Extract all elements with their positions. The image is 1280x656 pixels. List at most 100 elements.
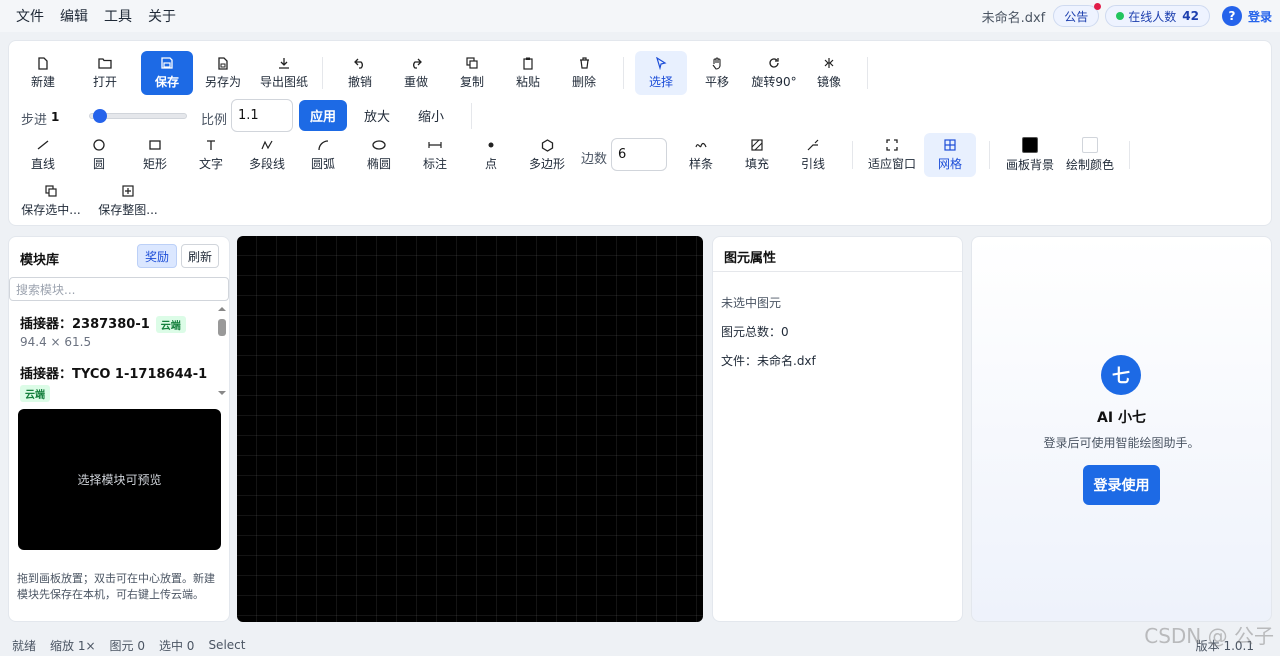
mirror-button[interactable]: 镜像	[803, 51, 855, 95]
paste-button[interactable]: 粘贴	[502, 51, 554, 95]
arc-tool-button[interactable]: 圆弧	[297, 133, 349, 177]
notice-dot-icon	[1094, 3, 1102, 10]
ellipse-tool-button[interactable]: 椭圆	[353, 133, 405, 177]
separator	[867, 57, 868, 89]
redo-icon	[409, 56, 423, 70]
point-tool-button[interactable]: 点	[465, 133, 517, 177]
ai-avatar: 七	[1101, 355, 1141, 395]
status-mode: Select	[208, 638, 246, 652]
step-slider-handle[interactable]	[93, 109, 108, 123]
new-label: 新建	[30, 75, 55, 89]
separator	[623, 57, 624, 89]
dimension-tool-button[interactable]: 标注	[409, 133, 461, 177]
draw-color-label: 绘制颜色	[1065, 158, 1114, 172]
header-right: 未命名.dxf 公告 在线人数 42 ? 登录	[982, 0, 1272, 32]
status-selected: 选中 0	[158, 638, 195, 653]
grid-label: 网格	[937, 157, 962, 171]
drawing-canvas[interactable]	[237, 236, 703, 622]
arc-label: 圆弧	[310, 157, 335, 171]
ai-assistant-panel: 七 AI 小七 登录后可使用智能绘图助手。 登录使用	[971, 236, 1272, 622]
list-item[interactable]: 插接器：TYCO 1-1718644-1	[20, 363, 207, 382]
sides-input[interactable]: 6	[611, 138, 667, 171]
module-preview: 选择模块可预览	[18, 409, 221, 550]
copy-button[interactable]: 复制	[446, 51, 498, 95]
status-entities: 图元 0	[109, 638, 145, 653]
notice-button[interactable]: 公告	[1053, 3, 1102, 27]
online-count: 42	[1182, 9, 1199, 23]
module-list: 插接器：2387380-1 云端 94.4 × 61.5 插接器：TYCO 1-1…	[9, 301, 221, 407]
undo-button[interactable]: 撤销	[334, 51, 386, 95]
save-button[interactable]: 保存	[141, 51, 193, 95]
save-as-label: 另存为	[204, 75, 241, 89]
module-search-input[interactable]: 搜索模块...	[9, 277, 229, 301]
line-icon	[36, 138, 50, 152]
refresh-button[interactable]: 刷新	[181, 244, 219, 268]
redo-button[interactable]: 重做	[390, 51, 442, 95]
zoom-in-button[interactable]: 放大	[355, 100, 399, 131]
delete-button[interactable]: 删除	[558, 51, 610, 95]
scale-input[interactable]: 1.1	[231, 99, 293, 132]
open-label: 打开	[92, 75, 117, 89]
menu-edit[interactable]: 编辑	[52, 6, 96, 26]
polyline-tool-button[interactable]: 多段线	[241, 133, 293, 177]
separator	[852, 141, 853, 169]
module-name: 插接器：2387380-1	[20, 317, 150, 332]
separator	[471, 103, 472, 129]
rectangle-icon	[148, 138, 162, 152]
step-label: 步进	[21, 113, 48, 128]
text-icon	[204, 138, 218, 152]
menu-file[interactable]: 文件	[0, 6, 52, 26]
hexagon-icon	[540, 138, 554, 152]
select-tool-button[interactable]: 选择	[635, 51, 687, 95]
list-item[interactable]: 插接器：2387380-1 云端	[20, 313, 186, 333]
apply-button[interactable]: 应用	[299, 100, 347, 131]
scale-label: 比例	[201, 113, 228, 128]
module-library-panel: 模块库 奖励 刷新 搜索模块... 插接器：2387380-1 云端 94.4 ×…	[8, 236, 230, 622]
fit-window-button[interactable]: 适应窗口	[865, 133, 919, 177]
module-list-scrollbar[interactable]	[217, 303, 227, 399]
ai-login-button[interactable]: 登录使用	[1083, 465, 1160, 505]
cursor-icon	[654, 56, 668, 70]
properties-panel: 图元属性 未选中图元 图元总数：0 文件：未命名.dxf	[712, 236, 963, 622]
spline-tool-button[interactable]: 样条	[675, 133, 727, 177]
online-label: 在线人数	[1128, 9, 1177, 24]
module-name: 插接器：TYCO 1-1718644-1	[20, 367, 208, 382]
grid-toggle-button[interactable]: 网格	[924, 133, 976, 177]
login-link[interactable]: 登录	[1248, 8, 1272, 25]
grid-icon	[943, 138, 957, 152]
save-as-button[interactable]: 另存为	[197, 51, 249, 95]
menu-about[interactable]: 关于	[140, 6, 184, 26]
draw-color-swatch	[1082, 137, 1098, 153]
online-badge: 在线人数 42	[1105, 5, 1210, 27]
save-selection-button[interactable]: 保存选中...	[19, 179, 83, 223]
save-selection-icon	[44, 184, 58, 198]
rotate-button[interactable]: 旋转90°	[747, 51, 801, 95]
separator	[322, 57, 323, 89]
trash-icon	[577, 56, 591, 70]
point-icon	[484, 138, 498, 152]
draw-color-button[interactable]: 绘制颜色	[1063, 133, 1117, 177]
polygon-label: 多边形	[528, 157, 565, 171]
export-button[interactable]: 导出图纸	[255, 51, 313, 95]
rect-tool-button[interactable]: 矩形	[129, 133, 181, 177]
line-tool-button[interactable]: 直线	[17, 133, 69, 177]
polygon-tool-button[interactable]: 多边形	[521, 133, 573, 177]
new-button[interactable]: 新建	[17, 51, 69, 95]
text-tool-button[interactable]: 文字	[185, 133, 237, 177]
reward-button[interactable]: 奖励	[137, 244, 177, 268]
menu-tools[interactable]: 工具	[96, 6, 140, 26]
undo-label: 撤销	[347, 75, 372, 89]
circle-tool-button[interactable]: 圆	[73, 133, 125, 177]
rect-label: 矩形	[142, 157, 167, 171]
fill-tool-button[interactable]: 填充	[731, 133, 783, 177]
zoom-out-button[interactable]: 缩小	[409, 100, 453, 131]
open-button[interactable]: 打开	[79, 51, 131, 95]
help-icon[interactable]: ?	[1221, 6, 1242, 26]
clipboard-icon	[521, 56, 535, 70]
board-background-label: 画板背景	[1005, 158, 1054, 172]
save-whole-button[interactable]: 保存整图...	[95, 179, 161, 223]
pan-tool-button[interactable]: 平移	[691, 51, 743, 95]
save-label: 保存	[154, 75, 179, 89]
board-background-button[interactable]: 画板背景	[1003, 133, 1057, 177]
leader-tool-button[interactable]: 引线	[787, 133, 839, 177]
